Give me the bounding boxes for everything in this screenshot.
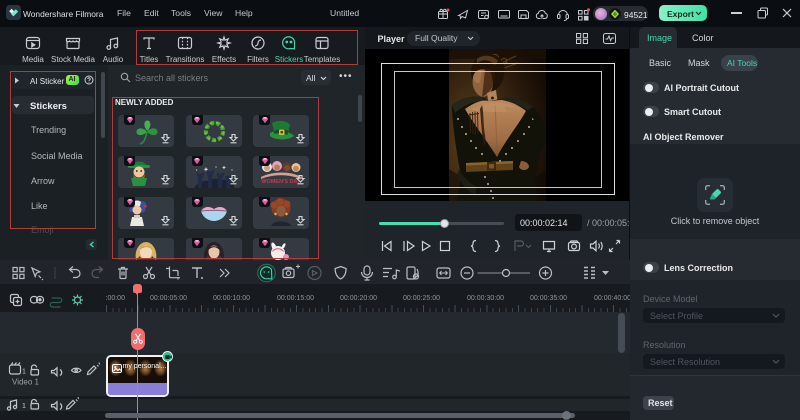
svg-text:Video 1: Video 1 xyxy=(12,378,40,387)
svg-text:1: 1 xyxy=(22,369,26,376)
svg-text:1: 1 xyxy=(22,403,26,410)
